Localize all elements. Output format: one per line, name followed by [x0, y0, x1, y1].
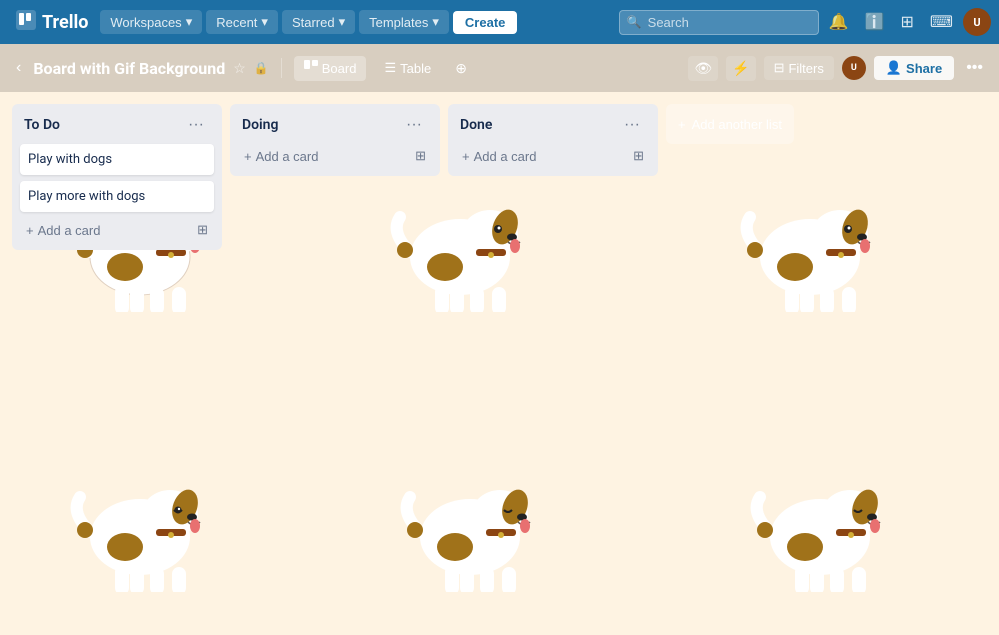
- table-icon: ☰: [384, 60, 396, 76]
- trello-icon: [16, 10, 36, 35]
- apps-button[interactable]: ⊞: [895, 8, 920, 36]
- watch-button[interactable]: 👁: [688, 56, 718, 81]
- search-input[interactable]: [619, 10, 819, 35]
- lightning-icon: ⚡: [732, 60, 749, 76]
- board-view-button[interactable]: Board: [294, 56, 367, 81]
- share-button[interactable]: 👤 Share: [874, 56, 954, 80]
- create-button[interactable]: Create: [453, 11, 517, 34]
- list-todo: To Do ··· Play with dogs Play more with …: [12, 104, 222, 250]
- card-text: Play with dogs: [28, 152, 112, 167]
- collapse-sidebar-button[interactable]: ‹: [12, 55, 25, 81]
- filter-icon: ⊟: [774, 60, 785, 76]
- workspaces-label: Workspaces: [110, 15, 181, 30]
- list-title-done: Done: [460, 117, 492, 133]
- add-card-label: Add a card: [38, 223, 101, 238]
- share-label: Share: [906, 61, 942, 76]
- create-label: Create: [465, 15, 505, 30]
- grid-icon: ⊞: [901, 14, 914, 31]
- plus-icon: +: [678, 117, 686, 132]
- recent-chevron-icon: ▾: [261, 14, 268, 30]
- templates-label: Templates: [369, 15, 428, 30]
- avatar-initials: U: [973, 16, 980, 29]
- top-nav: Trello Workspaces ▾ Recent ▾ Starred ▾ T…: [0, 0, 999, 44]
- add-list-button[interactable]: + Add another list: [666, 104, 794, 144]
- table-view-button[interactable]: ☰ Table: [374, 56, 441, 80]
- board-view-label: Board: [322, 61, 357, 76]
- plus-icon: +: [244, 149, 252, 164]
- list-menu-button-done[interactable]: ···: [618, 114, 646, 136]
- star-board-button[interactable]: ☆: [233, 60, 246, 77]
- dev-button[interactable]: ⌨: [924, 8, 959, 36]
- recent-label: Recent: [216, 15, 257, 30]
- starred-chevron-icon: ▾: [339, 14, 346, 30]
- ellipsis-icon: •••: [966, 59, 983, 76]
- chevron-left-icon: ‹: [16, 59, 21, 76]
- more-icon: ⊕: [455, 60, 467, 76]
- list-title-doing: Doing: [242, 117, 278, 133]
- logo[interactable]: Trello: [8, 10, 96, 35]
- dog-illustration-4: [60, 442, 220, 596]
- code-icon: ⌨: [930, 14, 953, 31]
- search-icon: 🔍: [627, 15, 642, 29]
- templates-button[interactable]: Templates ▾: [359, 10, 449, 34]
- templates-chevron-icon: ▾: [432, 14, 439, 30]
- board-menu-button[interactable]: •••: [962, 55, 987, 81]
- add-card-label: Add a card: [474, 149, 537, 164]
- add-card-button-doing[interactable]: + Add a card ⊞: [238, 144, 432, 168]
- list-doing: Doing ··· + Add a card ⊞: [230, 104, 440, 176]
- board-icon: [304, 60, 318, 77]
- card-play-with-dogs[interactable]: Play with dogs: [20, 144, 214, 175]
- card-template-icon: ⊞: [197, 222, 208, 238]
- dog-illustration-6: [740, 442, 900, 596]
- search-wrapper: 🔍: [619, 10, 819, 35]
- info-button[interactable]: ℹ️: [859, 8, 891, 36]
- star-icon: ☆: [233, 60, 246, 76]
- list-menu-button-doing[interactable]: ···: [400, 114, 428, 136]
- dog-illustration-3: [730, 162, 890, 316]
- board-header: ‹ Board with Gif Background ☆ 🔒 Board ☰ …: [0, 44, 999, 92]
- plus-icon: +: [462, 149, 470, 164]
- workspaces-chevron-icon: ▾: [186, 14, 193, 30]
- add-list-label: Add another list: [692, 117, 782, 132]
- add-card-label: Add a card: [256, 149, 319, 164]
- plus-icon: +: [26, 223, 34, 238]
- filters-button[interactable]: ⊟ Filters: [764, 56, 834, 80]
- list-done: Done ··· + Add a card ⊞: [448, 104, 658, 176]
- starred-label: Starred: [292, 15, 335, 30]
- list-menu-button-todo[interactable]: ···: [182, 114, 210, 136]
- list-title-todo: To Do: [24, 117, 60, 133]
- workspaces-button[interactable]: Workspaces ▾: [100, 10, 202, 34]
- dog-illustration-5: [390, 442, 550, 596]
- board-title: Board with Gif Background: [33, 59, 225, 78]
- lock-icon: 🔒: [254, 61, 269, 75]
- add-card-button-todo[interactable]: + Add a card ⊞: [20, 218, 214, 242]
- card-template-icon: ⊞: [633, 148, 644, 164]
- divider: [281, 58, 282, 78]
- list-header-todo: To Do ···: [20, 112, 214, 138]
- list-header-doing: Doing ···: [238, 112, 432, 138]
- card-text: Play more with dogs: [28, 189, 145, 204]
- starred-button[interactable]: Starred ▾: [282, 10, 355, 34]
- table-view-label: Table: [400, 61, 431, 76]
- info-icon: ℹ️: [865, 14, 885, 31]
- watch-icon: 👁: [694, 60, 712, 76]
- board-canvas: To Do ··· Play with dogs Play more with …: [0, 92, 999, 635]
- notification-button[interactable]: 🔔: [823, 8, 855, 36]
- avatar[interactable]: U: [963, 8, 991, 36]
- card-play-more-with-dogs[interactable]: Play more with dogs: [20, 181, 214, 212]
- card-template-icon: ⊞: [415, 148, 426, 164]
- more-views-button[interactable]: ⊕: [449, 56, 473, 81]
- bell-icon: 🔔: [829, 14, 849, 31]
- list-header-done: Done ···: [456, 112, 650, 138]
- recent-button[interactable]: Recent ▾: [206, 10, 278, 34]
- automation-button[interactable]: ⚡: [726, 56, 755, 81]
- board-member-avatar[interactable]: U: [842, 56, 866, 80]
- filters-label: Filters: [788, 61, 823, 76]
- dog-illustration-2: [380, 162, 540, 316]
- share-icon: 👤: [886, 60, 902, 76]
- logo-text: Trello: [42, 12, 88, 33]
- add-card-button-done[interactable]: + Add a card ⊞: [456, 144, 650, 168]
